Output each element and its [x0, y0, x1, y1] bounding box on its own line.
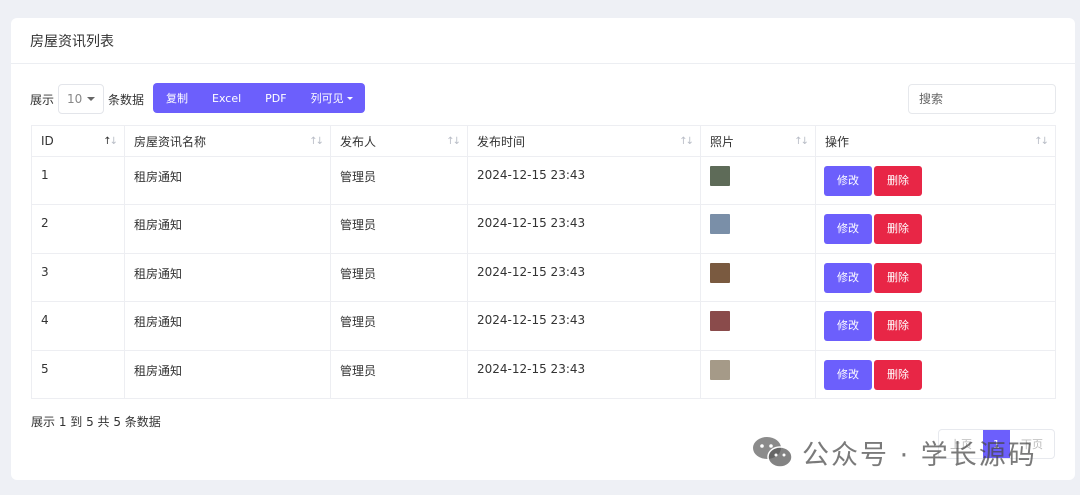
cell-id: 4	[31, 301, 125, 351]
cell-time: 2024-12-15 23:43	[467, 349, 701, 399]
cell-time: 2024-12-15 23:43	[467, 252, 701, 303]
column-visibility-label: 列可见	[310, 92, 344, 105]
watermark-text: 公众号 · 学长源码	[802, 439, 1037, 471]
delete-button[interactable]: 删除	[874, 262, 922, 293]
edit-button[interactable]: 修改	[824, 359, 872, 390]
cell-actions: 修改 删除	[815, 204, 1056, 254]
cell-id: 5	[31, 349, 125, 399]
table-row: 5 租房通知 管理员 2024-12-15 23:43 修改 删除	[31, 349, 1056, 399]
sort-icon: ↑↓	[1034, 136, 1049, 147]
column-header-publisher[interactable]: 发布人 ↑↓	[330, 125, 468, 157]
column-visibility-button[interactable]: 列可见	[299, 83, 365, 113]
cell-name: 租房通知	[124, 349, 331, 399]
cell-name: 租房通知	[124, 155, 331, 206]
cell-publisher: 管理员	[330, 252, 468, 303]
cell-time: 2024-12-15 23:43	[467, 155, 701, 206]
house-photo-thumbnail[interactable]	[710, 166, 730, 186]
delete-button[interactable]: 删除	[874, 359, 922, 390]
cell-publisher: 管理员	[330, 349, 468, 399]
cell-photo	[700, 349, 816, 399]
cell-time: 2024-12-15 23:43	[467, 204, 701, 254]
house-photo-thumbnail[interactable]	[710, 262, 730, 283]
sort-icon: ↑↓	[446, 136, 461, 147]
cell-actions: 修改 删除	[815, 349, 1056, 399]
cell-id: 2	[31, 204, 125, 254]
edit-button[interactable]: 修改	[824, 311, 872, 342]
cell-id: 1	[31, 155, 125, 206]
cell-id: 3	[31, 252, 125, 303]
cell-photo	[700, 301, 816, 351]
length-prefix: 展示	[30, 92, 55, 107]
news-table: ID ↑↓ 房屋资讯名称 ↑↓ 发布人 ↑↓ 发布时间 ↑↓ 照片 ↑↓ 操作 ↑↓ 1 租房…	[31, 125, 1056, 399]
excel-button[interactable]: Excel	[200, 83, 253, 113]
page-length-value: 10	[67, 92, 83, 106]
delete-button[interactable]: 删除	[874, 311, 922, 342]
column-header-name[interactable]: 房屋资讯名称 ↑↓	[124, 125, 331, 157]
cell-name: 租房通知	[124, 252, 331, 303]
table-row: 3 租房通知 管理员 2024-12-15 23:43 修改 删除	[31, 252, 1056, 303]
table-info: 展示 1 到 5 共 5 条数据	[31, 415, 161, 429]
table-row: 4 租房通知 管理员 2024-12-15 23:43 修改 删除	[31, 301, 1056, 351]
pdf-button[interactable]: PDF	[253, 83, 298, 113]
cell-photo	[700, 155, 816, 206]
column-header-time[interactable]: 发布时间 ↑↓	[467, 125, 701, 157]
sort-icon: ↑↓	[679, 136, 694, 147]
news-list-card: 房屋资讯列表 展示 10 条数据 复制 Excel PDF 列可见 ID↑↓ 房…	[11, 18, 1075, 480]
column-header-id[interactable]: ID ↑↓	[31, 125, 125, 157]
edit-button[interactable]: 修改	[824, 262, 872, 293]
export-button-group: 复制 Excel PDF 列可见	[153, 83, 365, 113]
column-header-photo[interactable]: 照片 ↑↓	[700, 125, 816, 157]
cell-publisher: 管理员	[330, 155, 468, 206]
wechat-icon	[753, 437, 793, 468]
cell-photo	[700, 204, 816, 254]
cell-actions: 修改 删除	[815, 155, 1056, 206]
sort-icon: ↑↓	[794, 136, 809, 147]
page-length-control: 展示 10 条数据	[30, 83, 144, 115]
sort-ascending-icon: ↑↓	[103, 136, 118, 147]
cell-publisher: 管理员	[330, 301, 468, 351]
house-photo-thumbnail[interactable]	[710, 311, 730, 332]
house-photo-thumbnail[interactable]	[710, 214, 730, 235]
table-toolbar: 展示 10 条数据 复制 Excel PDF 列可见	[30, 83, 1056, 115]
cell-actions: 修改 删除	[815, 252, 1056, 303]
cell-photo	[700, 252, 816, 303]
cell-actions: 修改 删除	[815, 301, 1056, 351]
delete-button[interactable]: 删除	[874, 166, 922, 196]
delete-button[interactable]: 删除	[874, 214, 922, 245]
watermark: 公众号 · 学长源码	[752, 432, 1037, 472]
page-length-select[interactable]: 10	[58, 84, 105, 114]
copy-button[interactable]: 复制	[153, 83, 200, 113]
table-row: 2 租房通知 管理员 2024-12-15 23:43 修改 删除	[31, 204, 1056, 254]
edit-button[interactable]: 修改	[824, 214, 872, 245]
edit-button[interactable]: 修改	[824, 166, 872, 196]
length-suffix: 条数据	[108, 92, 145, 107]
table-row: 1 租房通知 管理员 2024-12-15 23:43 修改 删除	[31, 155, 1056, 206]
sort-icon: ↑↓	[309, 136, 324, 147]
house-photo-thumbnail[interactable]	[710, 359, 730, 380]
search-input[interactable]	[908, 84, 1056, 114]
cell-publisher: 管理员	[330, 204, 468, 254]
cell-name: 租房通知	[124, 204, 331, 254]
table-header-row: ID ↑↓ 房屋资讯名称 ↑↓ 发布人 ↑↓ 发布时间 ↑↓ 照片 ↑↓ 操作 ↑↓	[31, 125, 1056, 157]
column-header-actions[interactable]: 操作 ↑↓	[815, 125, 1056, 157]
card-title: 房屋资讯列表	[11, 18, 1075, 64]
chevron-down-icon	[87, 97, 96, 101]
cell-time: 2024-12-15 23:43	[467, 301, 701, 351]
chevron-down-icon	[346, 96, 353, 100]
cell-name: 租房通知	[124, 301, 331, 351]
